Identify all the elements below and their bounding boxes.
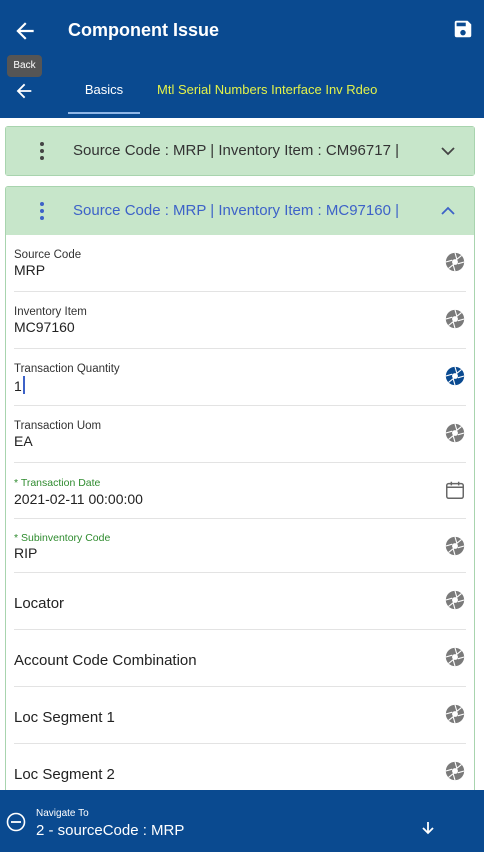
text-caret	[22, 376, 25, 394]
record-card-collapsed: Source Code : MRP | Inventory Item : CM9…	[5, 126, 475, 176]
card-summary: Source Code : MRP | Inventory Item : CM9…	[73, 142, 399, 159]
field-transaction-quantity[interactable]: Transaction Quantity 1	[14, 349, 466, 406]
back-tooltip: Back	[7, 55, 42, 77]
aperture-icon[interactable]	[444, 535, 466, 557]
back-arrow-icon[interactable]	[12, 18, 38, 44]
aperture-icon[interactable]	[444, 646, 466, 668]
aperture-icon[interactable]	[444, 589, 466, 611]
field-label: Account Code Combination	[14, 652, 197, 669]
field-value[interactable]: EA	[14, 433, 33, 449]
field-label: Loc Segment 2	[14, 766, 115, 783]
card-summary: Source Code : MRP | Inventory Item : MC9…	[73, 202, 399, 219]
field-label: Locator	[14, 595, 65, 612]
field-value[interactable]: 2021-02-11 00:00:00	[14, 491, 143, 507]
card-header[interactable]: Source Code : MRP | Inventory Item : MC9…	[6, 187, 474, 235]
aperture-icon[interactable]	[444, 703, 466, 725]
app-header: Component Issue	[0, 0, 484, 62]
field-label: * Transaction Date	[14, 477, 101, 489]
more-options-icon[interactable]	[36, 201, 48, 221]
chevron-up-icon[interactable]	[440, 203, 456, 219]
aperture-icon[interactable]	[444, 308, 466, 330]
field-loc-segment-2[interactable]: Loc Segment 2	[14, 744, 466, 795]
field-account-code-combination[interactable]: Account Code Combination	[14, 630, 466, 687]
tab-bar: Basics Mtl Serial Numbers Interface Inv …	[0, 62, 484, 118]
field-locator[interactable]: Locator	[14, 573, 466, 630]
record-card-expanded: Source Code : MRP | Inventory Item : MC9…	[5, 186, 475, 796]
tab-basics[interactable]: Basics	[68, 72, 140, 114]
more-options-icon[interactable]	[36, 141, 48, 161]
navigate-to-value[interactable]: 2 - sourceCode : MRP	[36, 822, 184, 839]
field-label: Loc Segment 1	[14, 709, 115, 726]
field-label: Source Code	[14, 249, 82, 261]
aperture-icon[interactable]	[444, 422, 466, 444]
calendar-icon[interactable]	[444, 479, 466, 501]
arrow-down-icon[interactable]	[420, 820, 436, 836]
field-value[interactable]: MC97160	[14, 319, 75, 335]
aperture-icon[interactable]	[444, 365, 466, 387]
field-source-code[interactable]: Source Code MRP	[14, 235, 466, 292]
aperture-icon[interactable]	[444, 760, 466, 782]
field-value[interactable]: 1	[14, 378, 22, 394]
field-label: Transaction Uom	[14, 420, 102, 432]
field-inventory-item[interactable]: Inventory Item MC97160	[14, 292, 466, 349]
chevron-down-icon[interactable]	[440, 143, 456, 159]
back-arrow-icon[interactable]	[12, 80, 36, 102]
save-icon[interactable]	[452, 18, 474, 40]
field-subinventory-code[interactable]: * Subinventory Code RIP	[14, 519, 466, 573]
page-title: Component Issue	[68, 20, 220, 40]
field-value-wrap[interactable]: 1	[14, 376, 25, 394]
tab-mtl-serial-numbers[interactable]: Mtl Serial Numbers Interface Inv Rdeo	[157, 82, 377, 97]
field-value[interactable]: MRP	[14, 262, 45, 278]
field-transaction-date[interactable]: * Transaction Date 2021-02-11 00:00:00	[14, 463, 466, 519]
navigate-to-label: Navigate To	[36, 808, 89, 819]
minus-circle-icon[interactable]	[6, 812, 26, 832]
aperture-icon[interactable]	[444, 251, 466, 273]
field-value[interactable]: RIP	[14, 545, 37, 561]
field-transaction-uom[interactable]: Transaction Uom EA	[14, 406, 466, 463]
field-label: Transaction Quantity	[14, 363, 120, 375]
field-loc-segment-1[interactable]: Loc Segment 1	[14, 687, 466, 744]
navigate-to-bar[interactable]: Navigate To 2 - sourceCode : MRP	[0, 790, 484, 852]
field-label: * Subinventory Code	[14, 532, 111, 544]
card-header[interactable]: Source Code : MRP | Inventory Item : CM9…	[6, 127, 474, 175]
field-label: Inventory Item	[14, 306, 87, 318]
